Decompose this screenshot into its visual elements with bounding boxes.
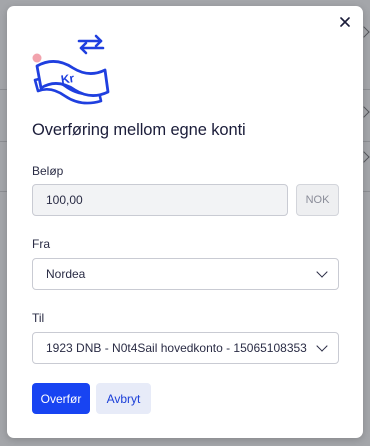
chevron-down-icon: [316, 340, 328, 352]
from-account-select[interactable]: Nordea: [32, 258, 339, 290]
close-icon: [340, 17, 350, 27]
close-button[interactable]: [336, 13, 354, 31]
from-account-value: Nordea: [46, 267, 86, 281]
money-transfer-icon: Kr: [32, 34, 110, 105]
currency-badge: NOK: [296, 184, 339, 216]
transfer-modal: Kr Overføring mellom egne konti Beløp 10…: [7, 6, 363, 438]
modal-title: Overføring mellom egne konti: [32, 121, 246, 139]
from-label: Fra: [32, 237, 50, 251]
svg-text:Kr: Kr: [60, 71, 75, 87]
cancel-button[interactable]: Avbryt: [96, 383, 151, 414]
chevron-down-icon: [316, 266, 328, 278]
amount-input[interactable]: 100,00: [32, 184, 288, 216]
transfer-button[interactable]: Overfør: [32, 383, 90, 414]
to-account-value: 1923 DNB - N0t4Sail hovedkonto - 1506510…: [46, 341, 307, 355]
to-account-select[interactable]: 1923 DNB - N0t4Sail hovedkonto - 1506510…: [32, 332, 339, 364]
amount-label: Beløp: [32, 164, 64, 178]
to-label: Til: [32, 311, 45, 325]
